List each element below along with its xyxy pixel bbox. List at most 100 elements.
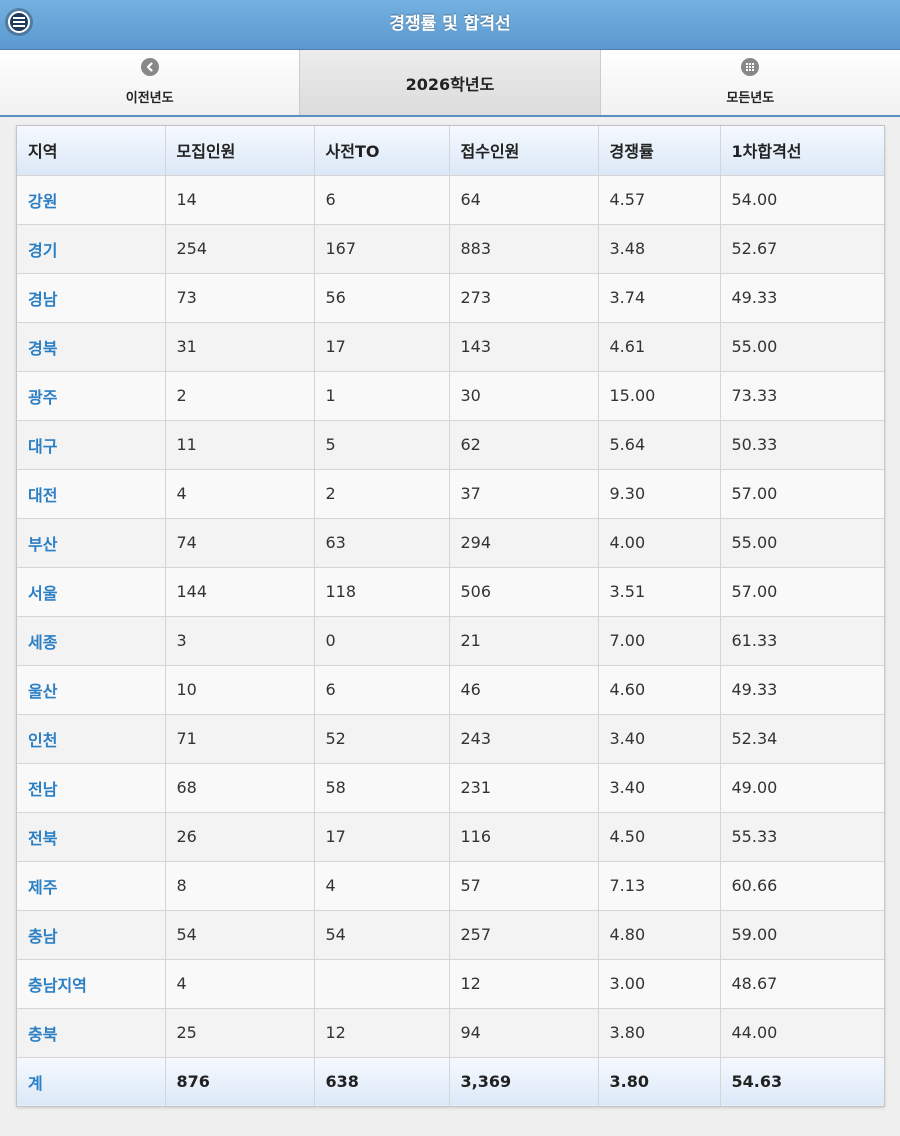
region-link[interactable]: 인천	[17, 714, 166, 764]
table-cell: 55.33	[720, 812, 884, 862]
total-cell: 638	[314, 1057, 450, 1106]
table-cell: 49.33	[720, 273, 884, 323]
table-cell: 59.00	[720, 910, 884, 960]
column-header: 경쟁률	[598, 126, 721, 176]
prev-year-button[interactable]: 이전년도	[0, 50, 301, 115]
table-cell: 30	[449, 371, 599, 421]
table-cell: 54.00	[720, 175, 884, 225]
all-years-label: 모든년도	[726, 91, 775, 106]
table-cell: 54	[314, 910, 450, 960]
current-year-label: 2026학년도	[405, 75, 495, 94]
table-cell: 12	[314, 1008, 450, 1058]
table-cell: 116	[449, 812, 599, 862]
table-cell: 1	[314, 371, 450, 421]
table-cell: 3.74	[598, 273, 721, 323]
table-row: 세종 3 0 21 7.00 61.33	[17, 616, 884, 666]
region-link[interactable]: 전남	[17, 763, 166, 813]
region-link[interactable]: 대구	[17, 420, 166, 470]
region-link[interactable]: 경북	[17, 322, 166, 372]
column-header: 사전TO	[314, 126, 450, 176]
region-link[interactable]: 전북	[17, 812, 166, 862]
table-cell: 3.40	[598, 763, 721, 813]
table-cell: 4.80	[598, 910, 721, 960]
table-row: 전남 68 58 231 3.40 49.00	[17, 763, 884, 813]
table-row: 대전 4 2 37 9.30 57.00	[17, 469, 884, 519]
region-link[interactable]: 울산	[17, 665, 166, 715]
table-cell: 8	[165, 861, 315, 911]
table-cell: 11	[165, 420, 315, 470]
table-row: 충남지역 4 12 3.00 48.67	[17, 959, 884, 1009]
table-cell: 50.33	[720, 420, 884, 470]
region-link[interactable]: 세종	[17, 616, 166, 666]
table-cell: 55.00	[720, 518, 884, 568]
table-cell: 74	[165, 518, 315, 568]
region-link[interactable]: 광주	[17, 371, 166, 421]
region-link[interactable]: 강원	[17, 175, 166, 225]
table-cell: 4.61	[598, 322, 721, 372]
all-years-button[interactable]: 모든년도	[600, 50, 900, 115]
table-cell: 62	[449, 420, 599, 470]
table-row: 부산 74 63 294 4.00 55.00	[17, 518, 884, 568]
region-link[interactable]: 경기	[17, 224, 166, 274]
table-cell: 63	[314, 518, 450, 568]
table-cell	[314, 959, 450, 1009]
table-row: 인천 71 52 243 3.40 52.34	[17, 714, 884, 764]
region-link[interactable]: 서울	[17, 567, 166, 617]
table-cell: 6	[314, 175, 450, 225]
table-cell: 506	[449, 567, 599, 617]
table-row: 서울 144 118 506 3.51 57.00	[17, 567, 884, 617]
table-cell: 73.33	[720, 371, 884, 421]
table-cell: 49.00	[720, 763, 884, 813]
table-row: 경북 31 17 143 4.61 55.00	[17, 322, 884, 372]
table-cell: 2	[165, 371, 315, 421]
table-cell: 294	[449, 518, 599, 568]
table-cell: 3.00	[598, 959, 721, 1009]
table-cell: 118	[314, 567, 450, 617]
table-cell: 243	[449, 714, 599, 764]
table-cell: 4.00	[598, 518, 721, 568]
table-cell: 68	[165, 763, 315, 813]
table-cell: 94	[449, 1008, 599, 1058]
table-cell: 57.00	[720, 469, 884, 519]
current-year-tab[interactable]: 2026학년도	[300, 50, 601, 115]
chevron-left-icon	[140, 58, 159, 76]
table-cell: 56	[314, 273, 450, 323]
region-link[interactable]: 대전	[17, 469, 166, 519]
table-cell: 49.33	[720, 665, 884, 715]
table-cell: 4.60	[598, 665, 721, 715]
region-link[interactable]: 충남	[17, 910, 166, 960]
region-link[interactable]: 부산	[17, 518, 166, 568]
table-cell: 55.00	[720, 322, 884, 372]
competition-table-container: 지역 모집인원 사전TO 접수인원 경쟁률 1차합격선 강원 14 6 64 4.57 54.00 경…	[16, 125, 885, 1107]
table-cell: 46	[449, 665, 599, 715]
table-cell: 4	[314, 861, 450, 911]
column-header: 1차합격선	[720, 126, 884, 176]
table-cell: 6	[314, 665, 450, 715]
table-cell: 3.48	[598, 224, 721, 274]
total-cell: 876	[165, 1057, 315, 1106]
column-header: 접수인원	[449, 126, 599, 176]
table-cell: 254	[165, 224, 315, 274]
table-cell: 167	[314, 224, 450, 274]
table-cell: 7.00	[598, 616, 721, 666]
table-cell: 5.64	[598, 420, 721, 470]
region-link[interactable]: 경남	[17, 273, 166, 323]
menu-button[interactable]	[5, 8, 33, 36]
region-link[interactable]: 제주	[17, 861, 166, 911]
page-title: 경쟁률 및 합격선	[389, 14, 511, 34]
region-link[interactable]: 충북	[17, 1008, 166, 1058]
table-cell: 3	[165, 616, 315, 666]
table-cell: 231	[449, 763, 599, 813]
table-cell: 31	[165, 322, 315, 372]
prev-year-label: 이전년도	[125, 91, 174, 106]
table-cell: 52.34	[720, 714, 884, 764]
table-cell: 0	[314, 616, 450, 666]
total-label: 계	[17, 1057, 166, 1106]
region-link[interactable]: 충남지역	[17, 959, 166, 1009]
table-cell: 144	[165, 567, 315, 617]
table-cell: 257	[449, 910, 599, 960]
table-cell: 12	[449, 959, 599, 1009]
table-row: 제주 8 4 57 7.13 60.66	[17, 861, 884, 911]
table-cell: 3.51	[598, 567, 721, 617]
table-row: 대구 11 5 62 5.64 50.33	[17, 420, 884, 470]
